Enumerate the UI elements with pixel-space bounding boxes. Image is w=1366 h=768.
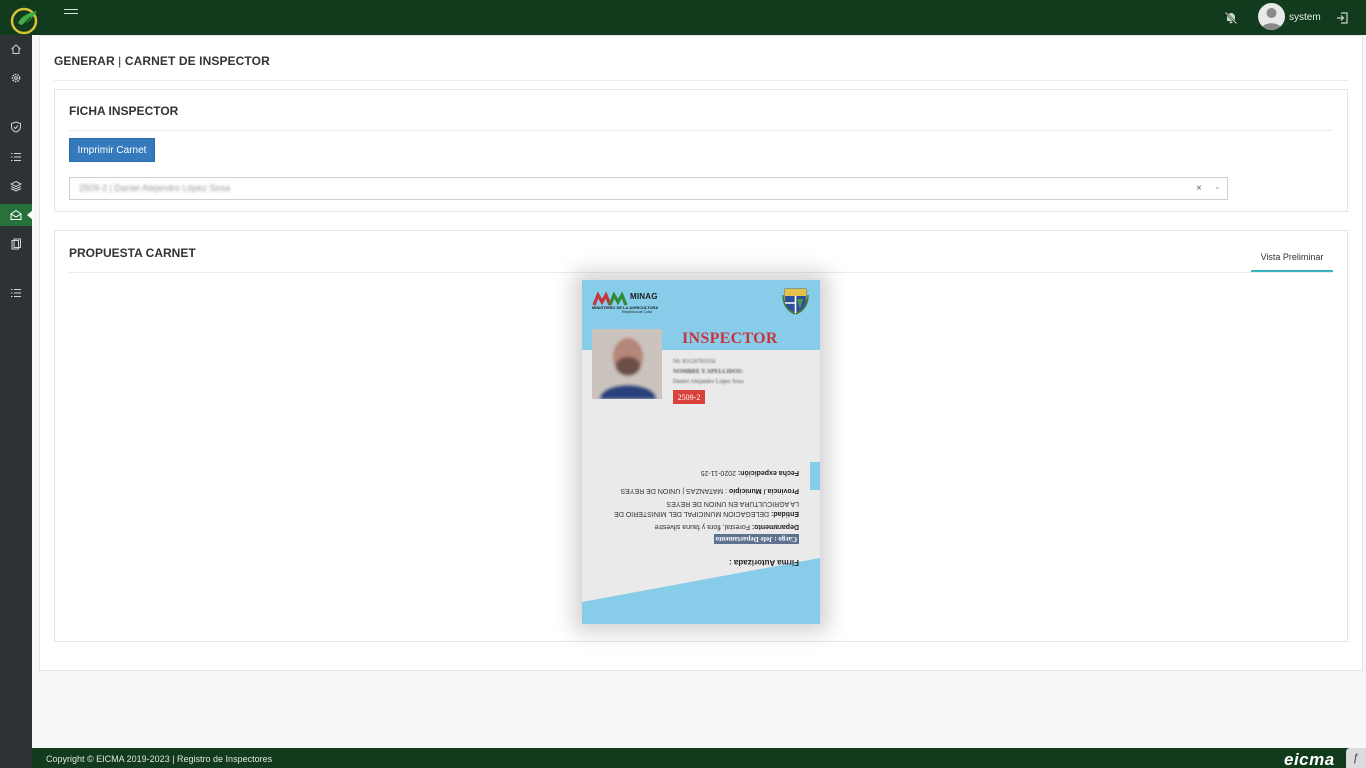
fecha-line: Fecha expedición: 2020-11-25 — [701, 469, 799, 476]
sidebar-item-layers[interactable] — [0, 175, 32, 197]
clipboard-icon — [11, 238, 21, 250]
divider — [54, 80, 1348, 81]
inspector-select-value: 2509-2 | Daniel Alejandro López Sosa — [79, 183, 230, 193]
fecha-label: Fecha expedición: — [737, 469, 799, 476]
propuesta-carnet-title: PROPUESTA CARNET — [69, 246, 196, 260]
inspector-select[interactable]: 2509-2 | Daniel Alejandro López Sosa × ⌄ — [69, 177, 1228, 200]
chevron-down-icon[interactable]: ⌄ — [1214, 182, 1221, 191]
sidebar — [0, 35, 33, 768]
avatar[interactable] — [1258, 3, 1285, 30]
divider — [69, 130, 1332, 131]
top-bar: system — [0, 0, 1366, 35]
divider — [69, 272, 1332, 273]
firma-label: Firma Autorizada : — [729, 558, 799, 567]
menu-toggle-icon[interactable] — [64, 9, 78, 19]
page-title-action: GENERAR — [54, 54, 115, 68]
sidebar-item-documents[interactable] — [0, 233, 32, 255]
clear-selection-icon[interactable]: × — [1196, 183, 1202, 194]
sidebar-item-security[interactable] — [0, 116, 32, 138]
entidad-value: DELEGACION MUNICIPAL DEL MINISTERIO DE — [614, 510, 771, 517]
page-title-separator: | — [114, 54, 125, 68]
card-back-details: Firma Autorizada : Cargo : Jefe Departam… — [582, 280, 820, 624]
user-avatar-icon — [1261, 8, 1282, 30]
fecha-value: 2020-11-25 — [700, 469, 738, 476]
departamento-label: Deparamento: — [751, 523, 799, 530]
footer-copyright: Copyright © EICMA 2019-2023 | Registro d… — [46, 754, 273, 764]
departamento-value: Forestal, flora y fauna silvestre — [654, 523, 752, 530]
print-card-button[interactable]: Imprimir Carnet — [69, 138, 155, 162]
notifications-off-icon[interactable] — [1224, 11, 1238, 25]
sidebar-item-list[interactable] — [0, 146, 32, 168]
tab-vista-preliminar[interactable]: Vista Preliminar — [1251, 244, 1333, 272]
provincia-line: Provincia / Municipio : MATANZAS | UNION… — [620, 487, 799, 494]
gear-icon — [11, 73, 21, 83]
sidebar-item-list-2[interactable] — [0, 282, 32, 304]
entidad-label: Entidad: — [771, 510, 799, 517]
list-icon — [11, 288, 21, 298]
list-icon — [11, 152, 21, 162]
sidebar-item-home[interactable] — [0, 38, 32, 60]
firma-text: Firma Autorizada : — [729, 558, 799, 567]
username[interactable]: system — [1289, 12, 1321, 23]
symfony-icon[interactable]: ƒ — [1346, 748, 1366, 768]
entidad-line-2: LA AGRICULTURA EN UNION DE REYES — [666, 500, 799, 507]
departamento-line: Deparamento: Forestal, flora y fauna sil… — [655, 523, 799, 530]
page-title: GENERAR | CARNET DE INSPECTOR — [54, 54, 270, 68]
provincia-value: : MATANZAS | UNION DE REYES — [620, 487, 729, 494]
envelope-open-icon — [10, 209, 22, 220]
layers-icon — [10, 180, 22, 192]
page-title-section: CARNET DE INSPECTOR — [124, 54, 270, 68]
logout-icon[interactable] — [1335, 11, 1349, 25]
shield-icon — [11, 121, 21, 133]
inspector-id-card: MINAG MINISTERIO DE LA AGRICULTURA Repúb… — [582, 280, 820, 624]
footer-brand-logo: eicma — [1284, 750, 1335, 768]
entidad-line: Entidad: DELEGACION MUNICIPAL DEL MINIST… — [614, 510, 799, 517]
provincia-label: Provincia / Municipio — [728, 487, 799, 494]
cargo-label: Cargo : Jefe Departamento — [713, 534, 799, 544]
ficha-inspector-title: FICHA INSPECTOR — [69, 104, 179, 118]
sidebar-item-inspector-card[interactable] — [0, 204, 33, 226]
app-logo-icon[interactable] — [9, 5, 43, 35]
footer: Copyright © EICMA 2019-2023 | Registro d… — [32, 748, 1366, 768]
sidebar-item-settings[interactable] — [0, 67, 32, 89]
home-icon — [11, 44, 21, 54]
